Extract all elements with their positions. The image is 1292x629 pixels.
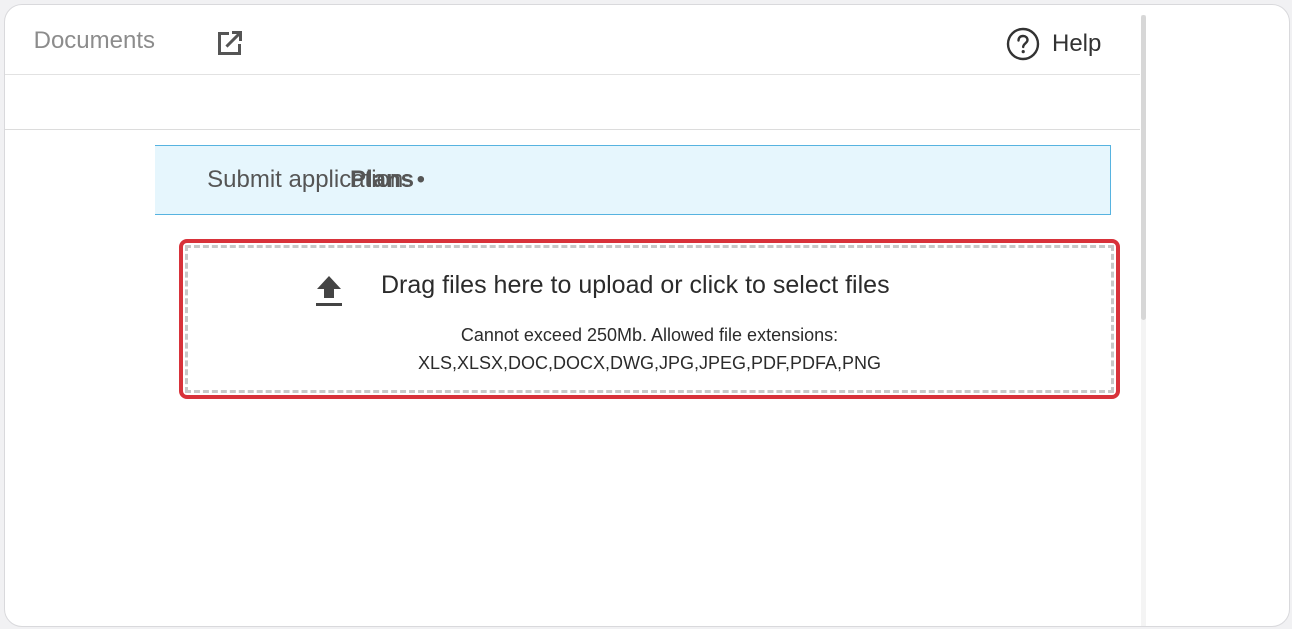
help-label: Help (1052, 30, 1102, 57)
info-banner: Submit application: • Plans (155, 145, 1111, 215)
help-button[interactable]: Help (1006, 25, 1101, 63)
dropzone-extensions-text: XLS,XLSX,DOC,DOCX,DWG,JPG,JPEG,PDF,PDFA,… (417, 353, 882, 373)
section-divider (5, 129, 1140, 130)
dropzone-limit-text: Cannot exceed 250Mb. Allowed file extens… (460, 325, 839, 345)
vertical-scrollbar[interactable] (1141, 15, 1146, 626)
page-content: Documents Help Submit application: • Pla… (5, 5, 1140, 626)
file-dropzone[interactable]: Drag files here to upload or click to se… (185, 245, 1114, 393)
help-circle-icon (1006, 27, 1040, 61)
browser-frame: Documents Help Submit application: • Pla… (4, 4, 1290, 627)
documents-link-label: Documents (33, 27, 155, 54)
top-bar: Documents Help (5, 5, 1140, 75)
banner-bold-text: Plans (350, 166, 415, 193)
dropzone-title: Drag files here to upload or click to se… (381, 271, 890, 299)
documents-link[interactable]: Documents (5, 23, 155, 63)
scrollbar-thumb[interactable] (1141, 15, 1146, 320)
upload-icon (316, 276, 342, 306)
external-link-icon[interactable] (214, 27, 246, 59)
